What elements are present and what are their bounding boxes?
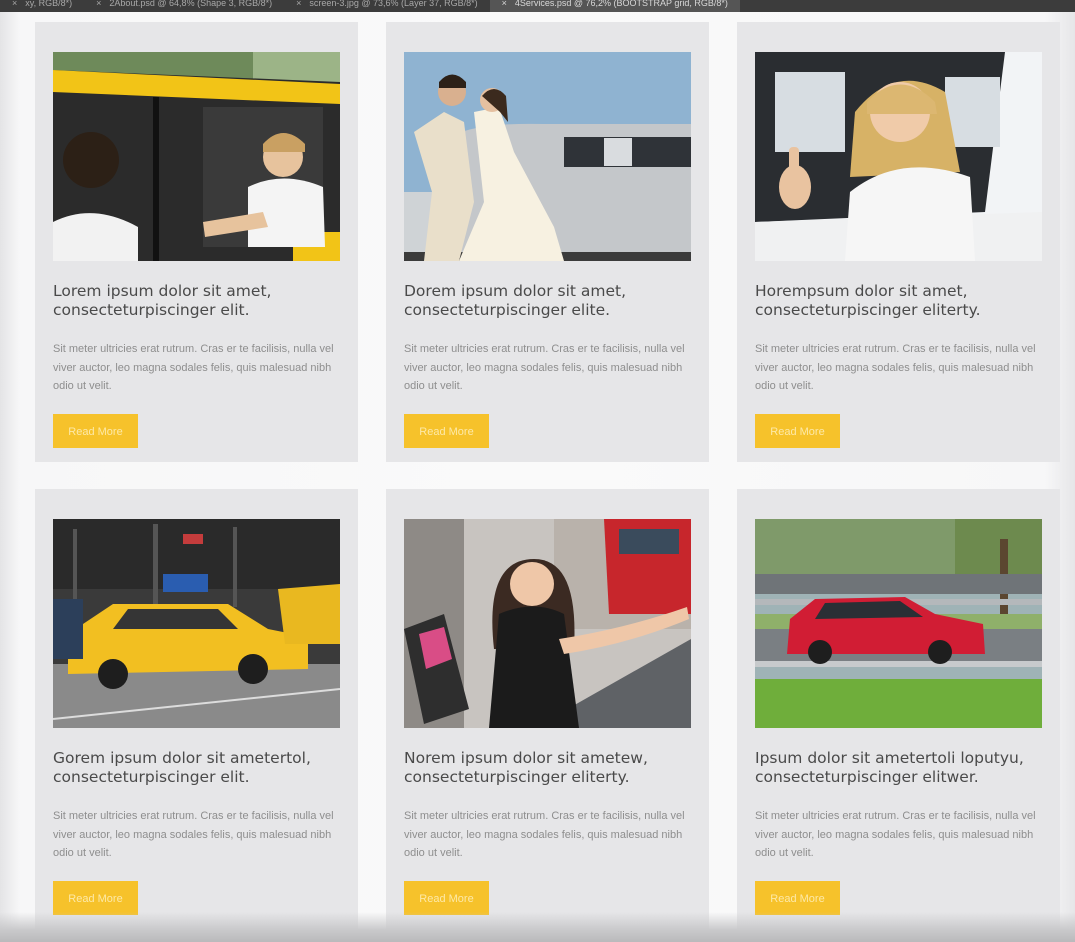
service-card: Horempsum dolor sit amet, consecteturpis… (737, 22, 1060, 462)
card-title: Horempsum dolor sit amet, consecteturpis… (755, 282, 981, 319)
card-title: Ipsum dolor sit ametertoli loputyu, cons… (755, 749, 1024, 786)
card-title: Dorem ipsum dolor sit amet, consecteturp… (404, 282, 627, 319)
card-description: Sit meter ultricies erat rutrum. Cras er… (53, 810, 334, 859)
card-title: Lorem ipsum dolor sit amet, consecteturp… (53, 282, 272, 319)
tab-close-icon[interactable]: × (296, 0, 301, 8)
document-tab-bar: × xy, RGB/8*) × 2About.psd @ 64,8% (Shape 3… (0, 0, 1075, 12)
card-description: Sit meter ultricies erat rutrum. Cras er… (755, 810, 1036, 859)
read-more-button[interactable]: Read More (404, 414, 489, 448)
read-more-button[interactable]: Read More (755, 881, 840, 915)
service-card: Ipsum dolor sit ametertoli loputyu, cons… (737, 489, 1060, 942)
design-canvas: Lorem ipsum dolor sit amet, consecteturp… (0, 12, 1075, 942)
read-more-button[interactable]: Read More (755, 414, 840, 448)
read-more-button[interactable]: Read More (404, 881, 489, 915)
document-tab[interactable]: × xy, RGB/8*) (0, 0, 84, 12)
card-title: Norem ipsum dolor sit ametew, consectetu… (404, 749, 648, 786)
document-tab[interactable]: × screen-3.jpg @ 73,6% (Layer 37, RGB/8*) (284, 0, 489, 12)
card-photo (53, 519, 340, 728)
service-card: Gorem ipsum dolor sit ametertol, consect… (35, 489, 358, 942)
tab-label: 4Services.psd @ 76,2% (BOOTSTRAP grid, R… (514, 0, 728, 8)
card-photo (404, 52, 691, 261)
card-title: Gorem ipsum dolor sit ametertol, consect… (53, 749, 311, 786)
tab-label: 2About.psd @ 64,8% (Shape 3, RGB/8*) (109, 0, 273, 8)
tab-close-icon[interactable]: × (96, 0, 101, 8)
card-photo (755, 52, 1042, 261)
tab-close-icon[interactable]: × (12, 0, 17, 8)
card-photo (53, 52, 340, 261)
tab-label: screen-3.jpg @ 73,6% (Layer 37, RGB/8*) (309, 0, 478, 8)
card-description: Sit meter ultricies erat rutrum. Cras er… (404, 343, 685, 392)
tab-label: xy, RGB/8*) (25, 0, 73, 8)
read-more-button[interactable]: Read More (53, 414, 138, 448)
document-tab-active[interactable]: × 4Services.psd @ 76,2% (BOOTSTRAP grid, … (489, 0, 740, 12)
tab-close-icon[interactable]: × (502, 0, 507, 8)
service-card: Lorem ipsum dolor sit amet, consecteturp… (35, 22, 358, 462)
card-description: Sit meter ultricies erat rutrum. Cras er… (404, 810, 685, 859)
card-description: Sit meter ultricies erat rutrum. Cras er… (755, 343, 1036, 392)
service-card: Dorem ipsum dolor sit amet, consecteturp… (386, 22, 709, 462)
document-tab[interactable]: × 2About.psd @ 64,8% (Shape 3, RGB/8*) (84, 0, 284, 12)
canvas-bottom-shadow (0, 912, 1075, 942)
card-description: Sit meter ultricies erat rutrum. Cras er… (53, 343, 334, 392)
read-more-button[interactable]: Read More (53, 881, 138, 915)
card-photo (404, 519, 691, 728)
card-photo (755, 519, 1042, 728)
service-card: Norem ipsum dolor sit ametew, consectetu… (386, 489, 709, 942)
